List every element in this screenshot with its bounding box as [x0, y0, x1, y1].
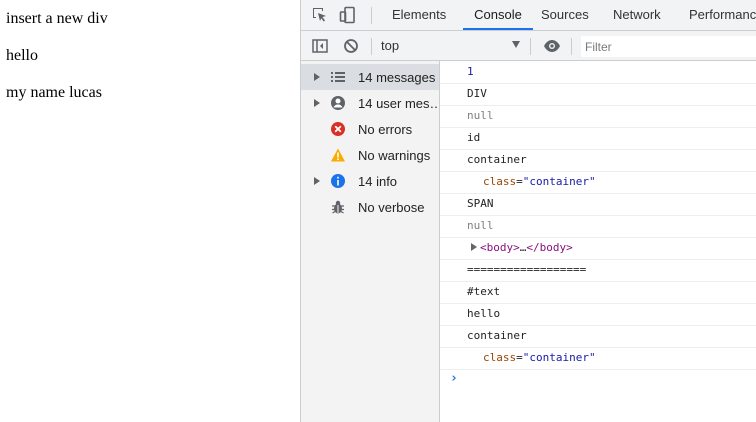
- sidebar-item-messages[interactable]: 14 messages: [301, 64, 439, 90]
- user-icon: [330, 95, 346, 111]
- tab-console[interactable]: Console: [463, 0, 533, 30]
- console-message: container: [440, 326, 756, 348]
- page-text-line: hello: [6, 47, 38, 64]
- toolbar-divider: [371, 7, 372, 24]
- message-text: #text: [467, 285, 501, 298]
- expand-arrow-icon[interactable]: [314, 73, 320, 81]
- message-text: container: [467, 153, 527, 166]
- list-icon: [330, 69, 346, 85]
- attribute-name: class: [483, 175, 517, 188]
- console-sidebar: 14 messages 14 user mes… No errors No wa…: [301, 61, 440, 422]
- sidebar-item-label: 14 user mes…: [358, 96, 438, 111]
- page-text-line: insert a new div: [6, 10, 108, 27]
- console-toolbar: top: [301, 31, 756, 61]
- devtools-panel: Elements Console Sources Network Perform…: [300, 0, 756, 422]
- message-null: null: [467, 219, 494, 232]
- message-number: 1: [467, 65, 474, 78]
- message-null: null: [467, 109, 494, 122]
- console-message: ==================: [440, 260, 756, 282]
- sidebar-item-warnings[interactable]: No warnings: [301, 142, 439, 168]
- console-message: DIV: [440, 84, 756, 106]
- warning-icon: [330, 147, 346, 163]
- console-message: #text: [440, 282, 756, 304]
- sidebar-item-label: 14 info: [358, 174, 398, 189]
- sidebar-item-label: No errors: [358, 122, 413, 137]
- sidebar-item-errors[interactable]: No errors: [301, 116, 439, 142]
- sidebar-item-label: No verbose: [358, 200, 425, 215]
- sidebar-item-info[interactable]: 14 info: [301, 168, 439, 194]
- expand-arrow-icon[interactable]: [314, 99, 320, 107]
- message-text: id: [467, 131, 481, 144]
- message-text: ==================: [467, 263, 587, 276]
- sidebar-item-user-messages[interactable]: 14 user mes…: [301, 90, 439, 116]
- sidebar-item-label: No warnings: [358, 148, 431, 163]
- expand-arrow-icon[interactable]: [471, 243, 477, 251]
- web-page: insert a new div hello my name lucas: [0, 0, 300, 422]
- attribute-value: "container": [522, 351, 596, 364]
- chevron-down-icon[interactable]: [512, 41, 520, 48]
- element-close-tag: </body>: [526, 241, 573, 254]
- console-output: 1 DIV null id container class="container…: [440, 61, 756, 422]
- message-text: SPAN: [467, 197, 494, 210]
- inspect-element-icon[interactable]: [311, 6, 329, 24]
- console-message-element[interactable]: <body>…</body>: [440, 238, 756, 260]
- tab-network[interactable]: Network: [611, 0, 663, 30]
- filter-input[interactable]: [581, 36, 756, 57]
- console-message: 1: [440, 62, 756, 84]
- attribute-value: "container": [522, 175, 596, 188]
- expand-arrow-icon[interactable]: [314, 177, 320, 185]
- console-message-attribute[interactable]: class="container": [440, 348, 756, 370]
- attribute-name: class: [483, 351, 517, 364]
- console-message: null: [440, 106, 756, 128]
- sidebar-item-verbose[interactable]: No verbose: [301, 194, 439, 220]
- sidebar-toggle-icon[interactable]: [311, 37, 329, 55]
- console-message: hello: [440, 304, 756, 326]
- message-text: container: [467, 329, 527, 342]
- element-open-tag: <body>: [480, 241, 520, 254]
- message-text: hello: [467, 307, 501, 320]
- console-message: id: [440, 128, 756, 150]
- page-text-line: my name lucas: [6, 84, 102, 101]
- error-icon: [330, 121, 346, 137]
- info-icon: [330, 173, 346, 189]
- console-message-attribute[interactable]: class="container": [440, 172, 756, 194]
- clear-console-icon[interactable]: [342, 37, 360, 55]
- eye-icon[interactable]: [543, 37, 561, 55]
- attribute-equals: =: [516, 351, 523, 364]
- toolbar-divider: [371, 38, 372, 55]
- console-message: SPAN: [440, 194, 756, 216]
- tab-performance[interactable]: Performance: [687, 0, 756, 30]
- tab-elements[interactable]: Elements: [390, 0, 448, 30]
- bug-icon: [330, 199, 346, 215]
- message-text: DIV: [467, 87, 487, 100]
- console-message: null: [440, 216, 756, 238]
- toolbar-divider: [530, 38, 531, 55]
- toolbar-divider: [571, 38, 572, 55]
- context-selector[interactable]: top: [381, 38, 399, 53]
- tab-sources[interactable]: Sources: [539, 0, 591, 30]
- console-message: container: [440, 150, 756, 172]
- devtools-toolbar: Elements Console Sources Network Perform…: [301, 0, 756, 31]
- console-prompt[interactable]: ›: [450, 371, 458, 386]
- sidebar-item-label: 14 messages: [358, 70, 436, 85]
- attribute-equals: =: [516, 175, 523, 188]
- device-toolbar-icon[interactable]: [339, 6, 357, 24]
